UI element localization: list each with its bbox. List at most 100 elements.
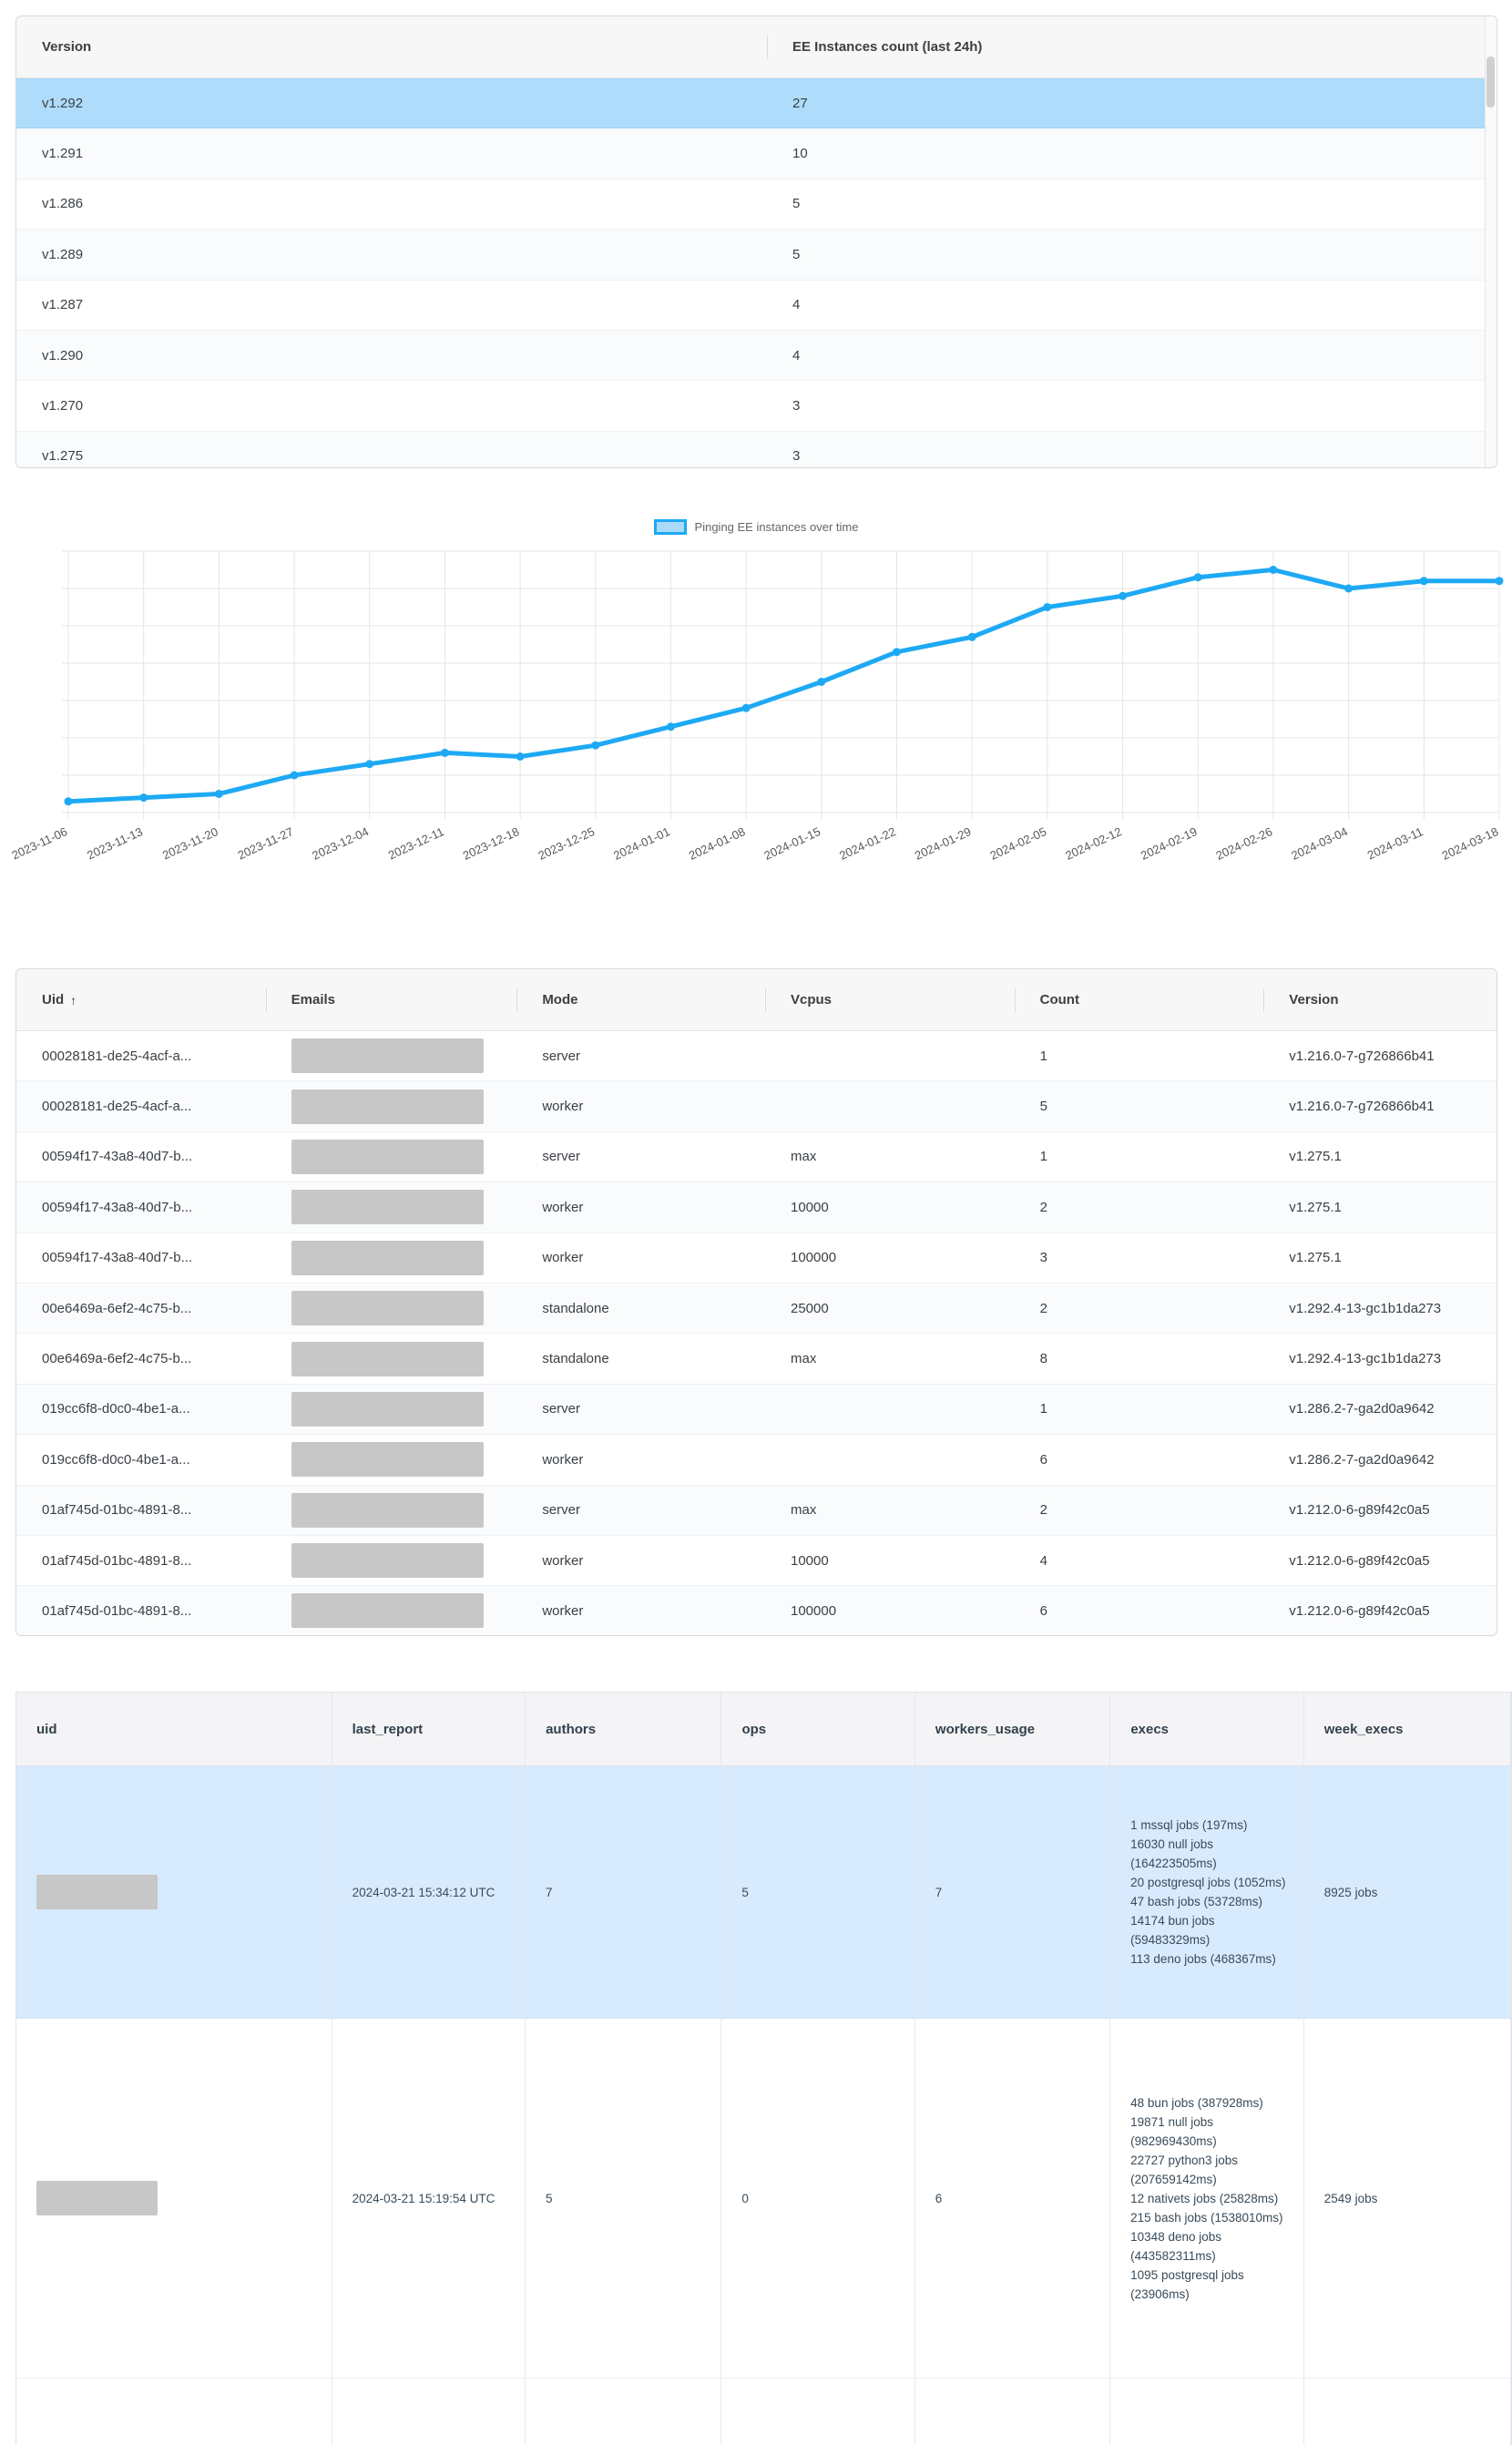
emails-cell bbox=[266, 1233, 517, 1283]
redacted-email-box bbox=[291, 1442, 484, 1477]
pinging-instances-line-chart: 2023-11-062023-11-132023-11-202023-11-27… bbox=[0, 510, 1512, 875]
table-row[interactable]: 260 bun jobs (549925ms)21 mysql jobs (19… bbox=[16, 2379, 1511, 2445]
redacted-email-box bbox=[291, 1593, 484, 1628]
table-row[interactable]: 2024-03-21 15:34:12 UTC7571 mssql jobs (… bbox=[16, 1766, 1511, 2019]
count-cell: 3 bbox=[767, 381, 1487, 430]
table-row[interactable]: 00594f17-43a8-40d7-b...servermax1v1.275.… bbox=[16, 1132, 1497, 1182]
column-header-uid[interactable]: Uid↑ bbox=[16, 969, 266, 1030]
redacted-email-box bbox=[291, 1090, 484, 1124]
vertical-scrollbar[interactable] bbox=[1485, 16, 1497, 467]
column-header-version[interactable]: Version bbox=[1263, 969, 1497, 1030]
redacted-email-box bbox=[291, 1543, 484, 1578]
mode-cell: standalone bbox=[516, 1284, 765, 1333]
table-row[interactable]: v1.29110 bbox=[16, 128, 1497, 179]
workers-usage-cell: 7 bbox=[915, 1766, 1110, 2018]
uid-cell: 00e6469a-6ef2-4c75-b... bbox=[16, 1284, 266, 1333]
table-row[interactable]: 01af745d-01bc-4891-8...worker1000006v1.2… bbox=[16, 1586, 1497, 1636]
exec-job-line: 48 bun jobs (387928ms) bbox=[1130, 2093, 1263, 2113]
emails-cell bbox=[266, 1031, 517, 1080]
uid-cell: 01af745d-01bc-4891-8... bbox=[16, 1586, 266, 1635]
table-row[interactable]: 00028181-de25-4acf-a...worker5v1.216.0-7… bbox=[16, 1081, 1497, 1131]
count-cell: 1 bbox=[1015, 1132, 1264, 1182]
table-row[interactable]: 2024-03-21 15:19:54 UTC50648 bun jobs (3… bbox=[16, 2019, 1511, 2379]
version-cell: v1.286.2-7-ga2d0a9642 bbox=[1263, 1435, 1497, 1484]
table-row[interactable]: 019cc6f8-d0c0-4be1-a...server1v1.286.2-7… bbox=[16, 1385, 1497, 1435]
workers-usage-cell: 6 bbox=[915, 2019, 1110, 2378]
count-cell: 8 bbox=[1015, 1334, 1264, 1383]
emails-cell bbox=[266, 1536, 517, 1585]
table-row[interactable]: v1.2895 bbox=[16, 230, 1497, 280]
table-row[interactable]: 00594f17-43a8-40d7-b...worker1000003v1.2… bbox=[16, 1233, 1497, 1284]
version-cell: v1.292 bbox=[16, 78, 767, 128]
uid-cell: 019cc6f8-d0c0-4be1-a... bbox=[16, 1435, 266, 1484]
table-row[interactable]: 019cc6f8-d0c0-4be1-a...worker6v1.286.2-7… bbox=[16, 1435, 1497, 1485]
svg-text:2023-11-20: 2023-11-20 bbox=[160, 824, 220, 862]
version-cell: v1.291 bbox=[16, 128, 767, 178]
uid-cell: 00594f17-43a8-40d7-b... bbox=[16, 1182, 266, 1232]
column-header-count[interactable]: Count bbox=[1015, 969, 1264, 1030]
vcpus-cell: max bbox=[765, 1132, 1015, 1182]
uid-cell: 00028181-de25-4acf-a... bbox=[16, 1031, 266, 1080]
exec-job-line: 12 nativets jobs (25828ms) bbox=[1130, 2189, 1278, 2208]
version-cell: v1.275 bbox=[16, 432, 767, 468]
svg-text:2024-02-26: 2024-02-26 bbox=[1214, 824, 1275, 863]
vcpus-cell bbox=[765, 1031, 1015, 1080]
table-row[interactable]: v1.2753 bbox=[16, 432, 1497, 468]
column-header-emails[interactable]: Emails bbox=[266, 969, 517, 1030]
table-row[interactable]: v1.2904 bbox=[16, 331, 1497, 381]
vcpus-cell: 100000 bbox=[765, 1586, 1015, 1635]
exec-job-line: 1095 postgresql jobs (23906ms) bbox=[1130, 2266, 1289, 2304]
emails-cell bbox=[266, 1385, 517, 1434]
uid-cell: 00594f17-43a8-40d7-b... bbox=[16, 1132, 266, 1182]
table-row[interactable]: 01af745d-01bc-4891-8...worker100004v1.21… bbox=[16, 1536, 1497, 1586]
execs-cell: 48 bun jobs (387928ms)19871 null jobs (9… bbox=[1110, 2019, 1304, 2378]
vcpus-cell: max bbox=[765, 1486, 1015, 1535]
scrollbar-thumb[interactable] bbox=[1486, 56, 1495, 107]
column-header-vcpus[interactable]: Vcpus bbox=[765, 969, 1015, 1030]
instances-table-body: 00028181-de25-4acf-a...server1v1.216.0-7… bbox=[16, 1031, 1497, 1636]
emails-cell bbox=[266, 1284, 517, 1333]
table-row[interactable]: v1.2865 bbox=[16, 179, 1497, 230]
count-cell: 4 bbox=[767, 281, 1487, 330]
exec-job-line: 14174 bun jobs (59483329ms) bbox=[1130, 1911, 1289, 1949]
table-row[interactable]: v1.2874 bbox=[16, 281, 1497, 331]
table-row[interactable]: 00e6469a-6ef2-4c75-b...standalonemax8v1.… bbox=[16, 1334, 1497, 1384]
count-cell: 27 bbox=[767, 78, 1487, 128]
usage-table: uidlast_reportauthorsopsworkers_usageexe… bbox=[15, 1692, 1512, 2445]
count-cell: 2 bbox=[1015, 1486, 1264, 1535]
count-cell: 1 bbox=[1015, 1031, 1264, 1080]
exec-job-line: 22727 python3 jobs (207659142ms) bbox=[1130, 2151, 1289, 2189]
table-row[interactable]: 00594f17-43a8-40d7-b...worker100002v1.27… bbox=[16, 1182, 1497, 1233]
version-cell: v1.287 bbox=[16, 281, 767, 330]
count-cell: 10 bbox=[767, 128, 1487, 178]
redacted-email-box bbox=[291, 1038, 484, 1073]
column-header-version[interactable]: Version bbox=[16, 16, 767, 77]
exec-job-line: 20 postgresql jobs (1052ms) bbox=[1130, 1873, 1285, 1892]
mode-cell: server bbox=[516, 1486, 765, 1535]
uid-cell bbox=[16, 2019, 332, 2378]
column-header-workers_usage: workers_usage bbox=[915, 1693, 1110, 1765]
version-cell: v1.275.1 bbox=[1263, 1182, 1497, 1232]
table-row[interactable]: v1.2703 bbox=[16, 381, 1497, 431]
vcpus-cell: 25000 bbox=[765, 1284, 1015, 1333]
uid-cell: 01af745d-01bc-4891-8... bbox=[16, 1486, 266, 1535]
dashboard-page: VersionEE Instances count (last 24h) v1.… bbox=[0, 0, 1512, 2445]
week-execs-cell: 8925 jobs bbox=[1304, 1766, 1511, 2018]
execs-cell: 260 bun jobs (549925ms)21 mysql jobs (19… bbox=[1110, 2379, 1304, 2445]
version-cell: v1.212.0-6-g89f42c0a5 bbox=[1263, 1486, 1497, 1535]
uid-cell bbox=[16, 1766, 332, 2018]
table-row[interactable]: 01af745d-01bc-4891-8... servermax2v1.212.… bbox=[16, 1486, 1497, 1536]
mode-cell: worker bbox=[516, 1233, 765, 1283]
table-row[interactable]: 00028181-de25-4acf-a...server1v1.216.0-7… bbox=[16, 1031, 1497, 1081]
svg-text:2023-11-06: 2023-11-06 bbox=[10, 824, 70, 862]
column-header-mode[interactable]: Mode bbox=[516, 969, 765, 1030]
vcpus-cell: 10000 bbox=[765, 1182, 1015, 1232]
emails-cell bbox=[266, 1132, 517, 1182]
table-row[interactable]: v1.29227 bbox=[16, 78, 1497, 128]
version-table-body: v1.29227v1.29110v1.2865v1.2895v1.2874v1.… bbox=[16, 78, 1497, 468]
week-execs-cell: 2549 jobs bbox=[1304, 2019, 1511, 2378]
column-header-ee-instances-count-last-24h-[interactable]: EE Instances count (last 24h) bbox=[767, 16, 1487, 77]
version-cell: v1.212.0-6-g89f42c0a5 bbox=[1263, 1586, 1497, 1635]
table-row[interactable]: 00e6469a-6ef2-4c75-b...standalone250002v… bbox=[16, 1284, 1497, 1334]
mode-cell: server bbox=[516, 1031, 765, 1080]
